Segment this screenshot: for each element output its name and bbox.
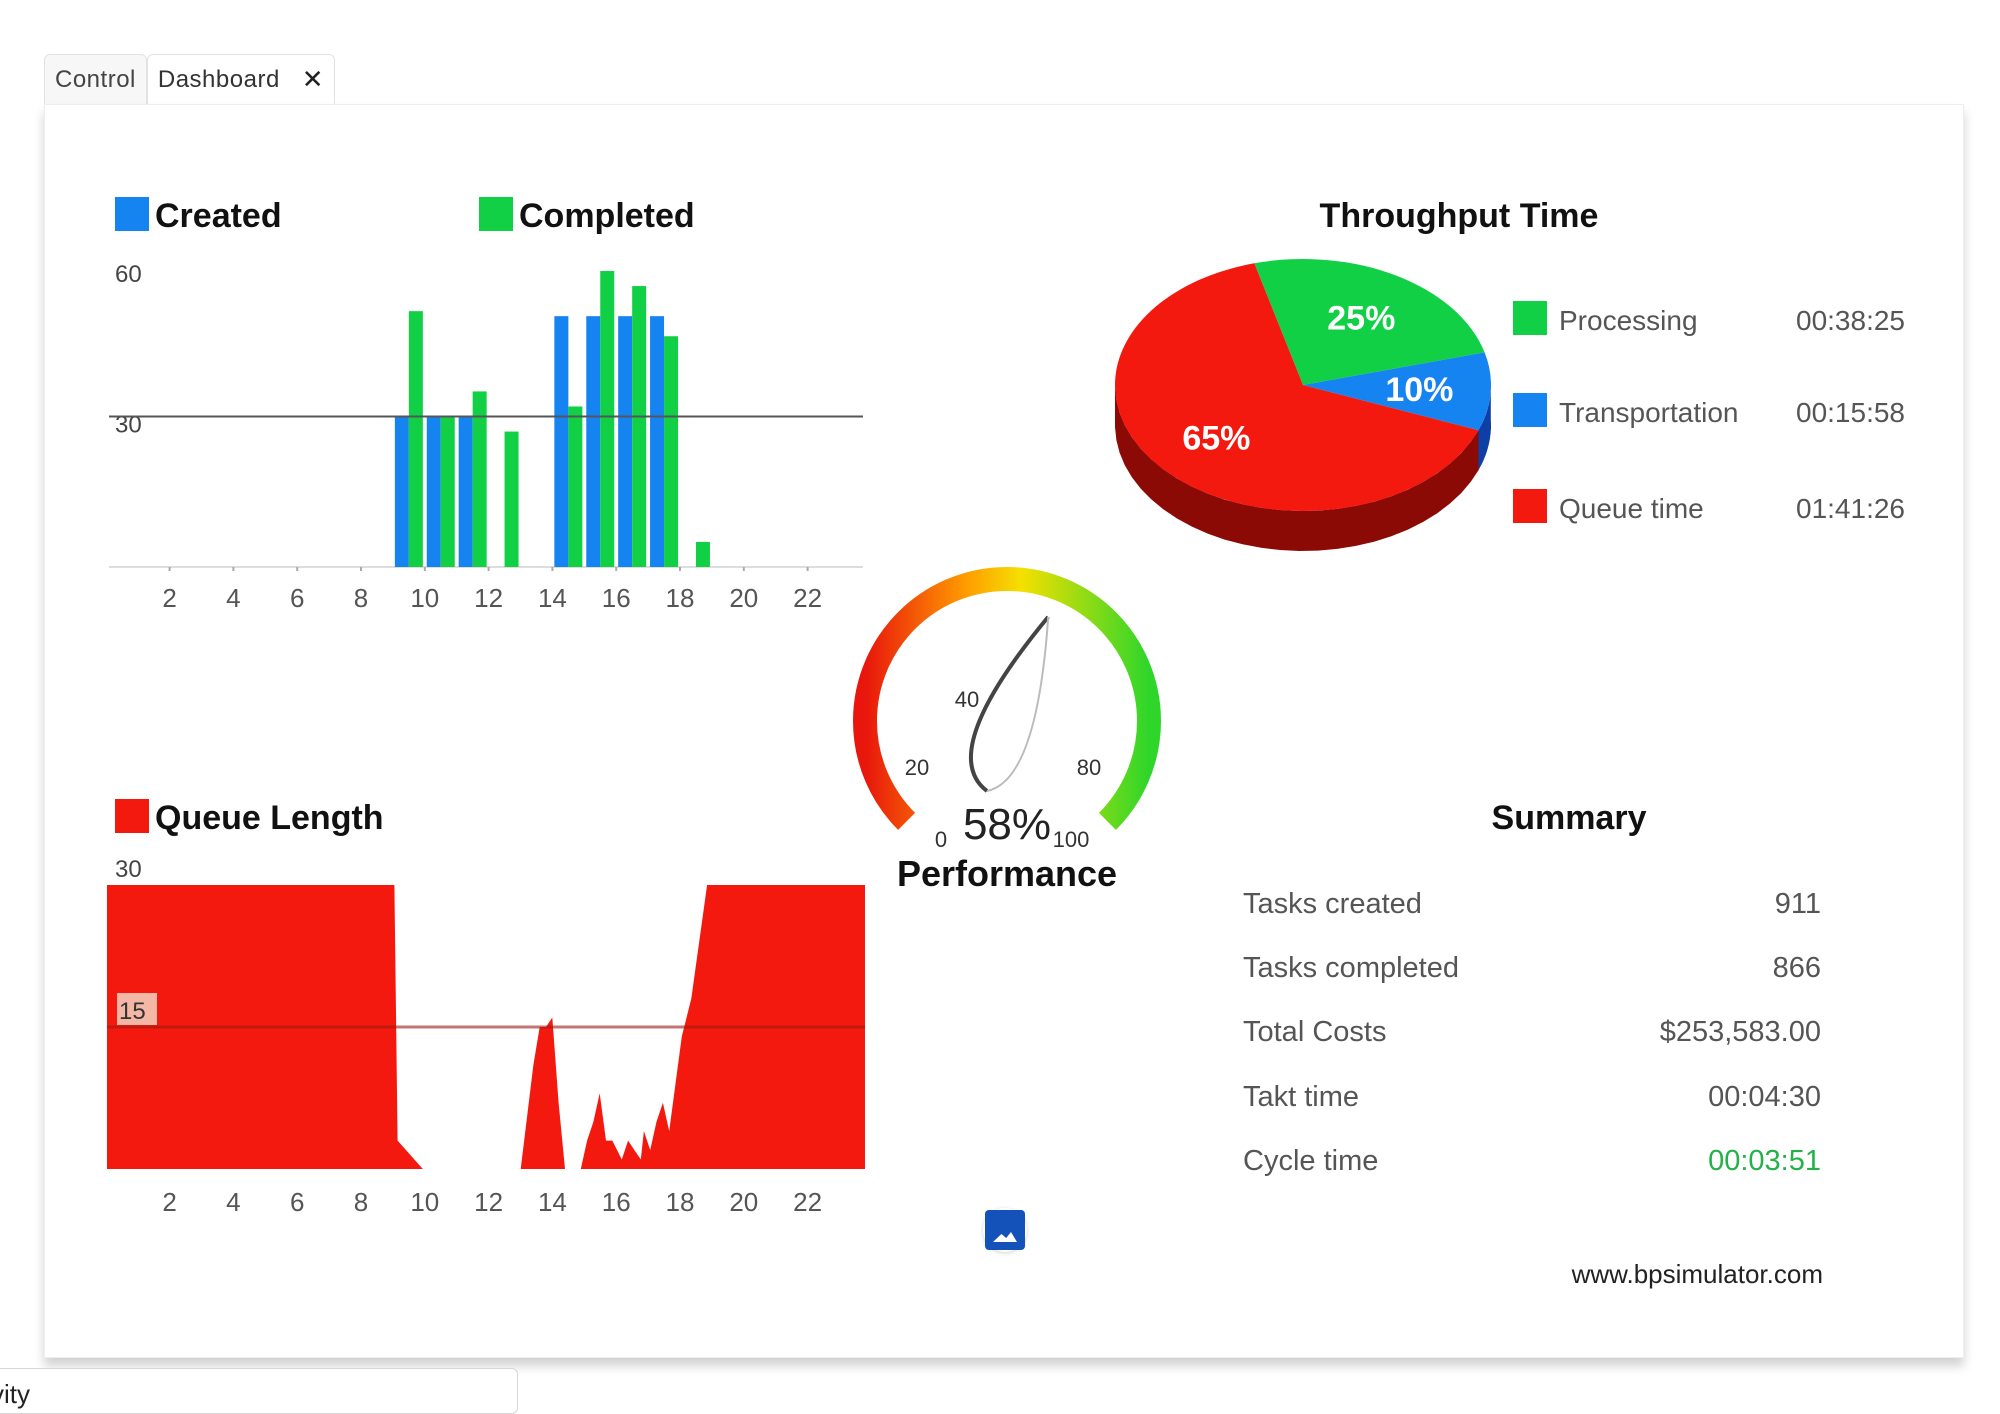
bar-x-tick-20: 20	[729, 583, 758, 613]
legend-created-label: Created	[155, 197, 282, 235]
image-icon	[985, 1210, 1025, 1250]
pie-legend-transportation-swatch	[1513, 393, 1547, 427]
gauge-arc	[853, 566, 1161, 830]
summary-value-tasks-completed: 866	[1773, 952, 1821, 984]
queue-x-tick-2: 2	[162, 1187, 176, 1217]
bar-completed-15	[568, 406, 583, 567]
pie-legend-queue-label: Queue time	[1559, 493, 1704, 524]
bar-x-tick-12: 12	[474, 583, 503, 613]
tab-control[interactable]: Control	[44, 54, 147, 104]
gauge-needle-shadow	[986, 616, 1050, 792]
gauge-scale-20: 20	[905, 755, 929, 780]
summary-value-tasks-created: 911	[1775, 888, 1821, 920]
queue-x-tick-4: 4	[226, 1187, 240, 1217]
summary-label-tasks-completed: Tasks completed	[1243, 952, 1459, 984]
bar-completed-18	[664, 336, 679, 567]
bar-completed-10	[408, 311, 423, 567]
legend-queue-label: Queue Length	[155, 799, 384, 837]
pie-legend-processing-label: Processing	[1559, 305, 1698, 336]
gauge-value: 58%	[963, 800, 1051, 849]
pie-legend-queue-swatch	[1513, 489, 1547, 523]
bar-completed-19	[695, 541, 710, 567]
dashboard-canvas: Created Completed 30602 4 6 8 10 12 14 16 18 20 22…	[107, 197, 1905, 1289]
bar-x-tick-22: 22	[793, 583, 822, 613]
bar-created-15	[554, 316, 569, 567]
pie-legend-transportation-label: Transportation	[1559, 397, 1739, 428]
queue-y-tick-30: 30	[115, 856, 142, 883]
legend-created-swatch	[115, 197, 149, 231]
gauge-scale-100: 100	[1053, 827, 1090, 852]
legend-queue-swatch	[115, 799, 149, 833]
bar-completed-12	[472, 391, 487, 567]
bar-completed-16	[600, 271, 615, 567]
bar-created-18	[650, 316, 665, 567]
summary-table: Tasks created 911 Tasks completed 866 To…	[1243, 888, 1821, 1177]
summary-label-tasks-created: Tasks created	[1243, 888, 1422, 920]
bar-completed-11	[440, 416, 455, 567]
pie-legend-processing-swatch	[1513, 301, 1547, 335]
queue-x-tick-6: 6	[290, 1187, 304, 1217]
summary-label-takt-time: Takt time	[1243, 1081, 1359, 1113]
pie-label-queue-time: 65%	[1182, 419, 1250, 457]
summary-label-total-costs: Total Costs	[1243, 1016, 1386, 1048]
summary-value-takt-time: 00:04:30	[1708, 1081, 1821, 1113]
queue-x-tick-22: 22	[793, 1187, 822, 1217]
close-icon[interactable]: ✕	[302, 64, 324, 95]
tab-dashboard-label: Dashboard	[157, 65, 280, 93]
gauge-scale-80: 80	[1077, 755, 1101, 780]
bar-x-tick-14: 14	[538, 583, 567, 613]
bar-x-tick-18: 18	[666, 583, 695, 613]
pie-legend: Processing 00:38:25 Transportation 00:15…	[1513, 301, 1905, 524]
bar-y-tick-60: 60	[115, 261, 142, 288]
pie-legend-queue-time: 01:41:26	[1796, 493, 1905, 524]
bar-created-17	[618, 316, 633, 567]
tab-dashboard[interactable]: Dashboard ✕	[146, 54, 336, 104]
tab-bar: Control Dashboard ✕	[44, 52, 336, 104]
summary-value-total-costs: $253,583.00	[1660, 1016, 1821, 1048]
bar-chart: 30602 4 6 8 10 12 14 16 18 20 22	[109, 261, 863, 613]
queue-y-tick-15: 15	[119, 998, 146, 1025]
bar-x-tick-16: 16	[602, 583, 631, 613]
gauge-title: Performance	[897, 853, 1117, 894]
queue-x-tick-12: 12	[474, 1187, 503, 1217]
queue-area-chart: 15 30 2 4 6 8 10 12 14 16 18 20 22	[107, 856, 865, 1217]
bar-x-tick-4: 4	[226, 583, 240, 613]
queue-x-tick-16: 16	[602, 1187, 631, 1217]
dashboard-panel: Created Completed 30 60 2 4 6 8 10 12 14 16 18 20 22…	[44, 104, 1964, 1358]
bar-created-11	[426, 416, 441, 567]
queue-x-tick-10: 10	[410, 1187, 439, 1217]
queue-x-tick-8: 8	[354, 1187, 368, 1217]
pie-legend-transportation-time: 00:15:58	[1796, 397, 1905, 428]
bar-created-16	[586, 316, 601, 567]
bar-x-tick-2: 2	[162, 583, 176, 613]
summary-title: Summary	[1492, 799, 1647, 837]
footer-url[interactable]: www.bpsimulator.com	[1571, 1259, 1823, 1289]
queue-x-tick-14: 14	[538, 1187, 567, 1217]
pie-label-processing: 25%	[1327, 299, 1395, 337]
bar-created-12	[458, 416, 473, 567]
bar-completed-13	[504, 431, 519, 567]
pie-title: Throughput Time	[1320, 197, 1599, 235]
pie-label-transportation: 10%	[1385, 371, 1453, 409]
pie-chart: 25% 10% 65%	[1115, 258, 1492, 551]
legend-completed-label: Completed	[519, 197, 695, 235]
bar-x-tick-6: 6	[290, 583, 304, 613]
summary-value-cycle-time: 00:03:51	[1708, 1145, 1821, 1177]
bottom-tab[interactable]: vity	[0, 1368, 518, 1414]
tab-control-label: Control	[55, 65, 136, 93]
gauge-scale-0: 0	[935, 827, 947, 852]
bar-x-tick-8: 8	[354, 583, 368, 613]
bar-created-10	[394, 416, 409, 567]
gauge-scale-40: 40	[955, 687, 979, 712]
summary-label-cycle-time: Cycle time	[1243, 1145, 1378, 1177]
queue-x-tick-18: 18	[666, 1187, 695, 1217]
queue-x-tick-20: 20	[729, 1187, 758, 1217]
pie-legend-processing-time: 00:38:25	[1796, 305, 1905, 336]
bar-completed-17	[632, 286, 647, 567]
bar-x-tick-10: 10	[410, 583, 439, 613]
legend-completed-swatch	[479, 197, 513, 231]
export-image-button[interactable]	[983, 1208, 1027, 1252]
